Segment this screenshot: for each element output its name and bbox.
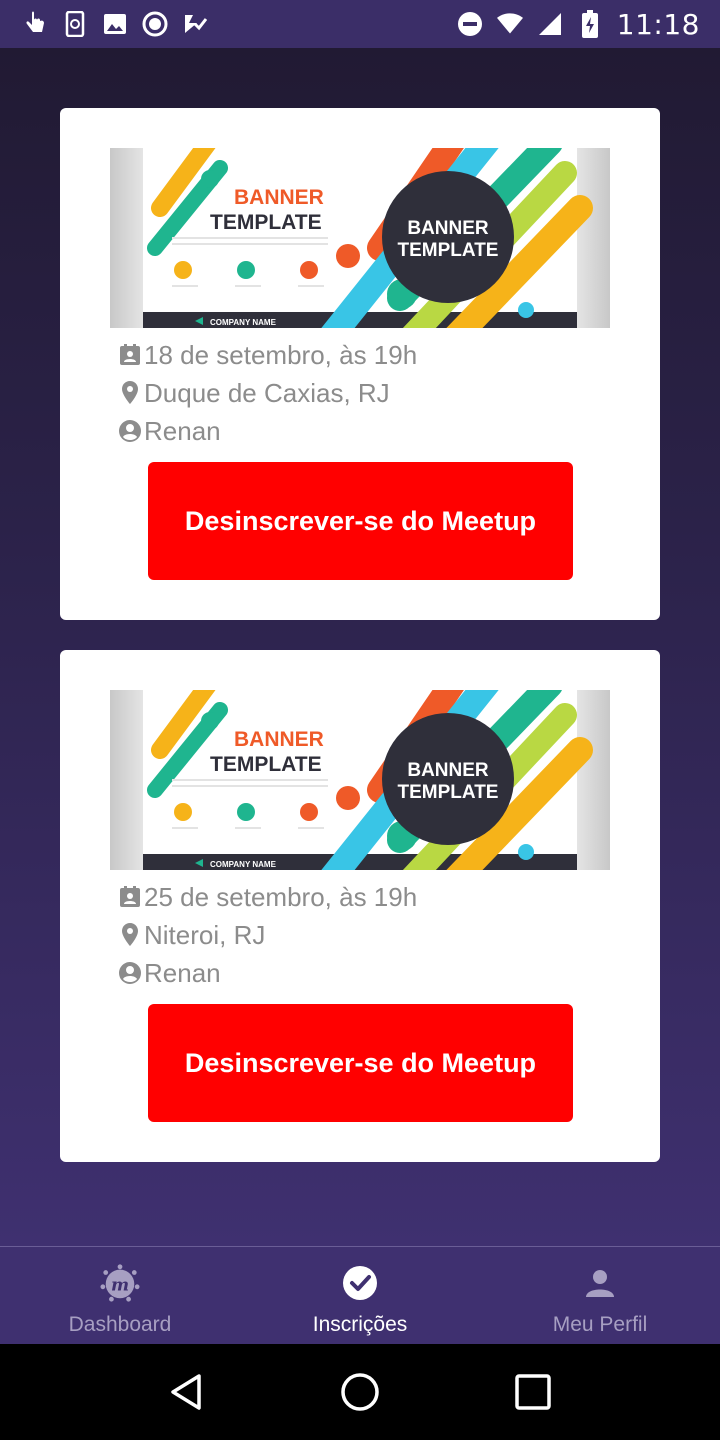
check-circle-icon <box>340 1263 380 1303</box>
meetup-location: Duque de Caxias, RJ <box>144 377 390 408</box>
banner-circle-line2: TEMPLATE <box>398 782 499 803</box>
nav-item-meu-perfil[interactable]: Meu Perfil <box>480 1247 720 1344</box>
nav-label-meu-perfil: Meu Perfil <box>552 1313 648 1336</box>
meetup-date: 25 de setembro, às 19h <box>144 881 418 912</box>
nav-label-dashboard: Dashboard <box>68 1313 172 1336</box>
banner-title-line2: TEMPLATE <box>210 753 322 776</box>
subscriptions-list[interactable]: COMPANY NAME BANNER TEMPLATE BANNER TEMP… <box>0 48 720 1246</box>
meetup-date-row: 18 de setembro, às 19h <box>118 336 598 374</box>
wifi-icon <box>496 11 523 37</box>
meetup-card: COMPANY NAME BANNER TEMPLATE BANNER TEMP… <box>60 108 660 620</box>
meetup-location-row: Duque de Caxias, RJ <box>118 374 598 412</box>
location-pin-icon <box>118 923 142 947</box>
banner-title-line2: TEMPLATE <box>210 211 322 234</box>
image-icon <box>102 11 128 37</box>
nav-label-inscricoes: Inscrições <box>312 1313 408 1336</box>
battery-charging-icon <box>577 10 603 38</box>
svg-text:m: m <box>111 1276 129 1296</box>
status-bar-system: 11:18 <box>457 8 700 41</box>
touch-icon <box>22 11 48 37</box>
account-circle-icon <box>118 419 142 443</box>
status-bar: 11:18 <box>0 0 720 48</box>
unsubscribe-button[interactable]: Desinscrever-se do Meetup <box>148 462 573 580</box>
banner-circle-line1: BANNER <box>407 760 489 781</box>
checklist-icon <box>182 11 208 37</box>
clock-time: 11:18 <box>616 7 700 41</box>
signal-icon <box>537 11 563 37</box>
meetup-card: COMPANY NAME BANNER TEMPLATE BANNER TEMP… <box>60 650 660 1162</box>
meetup-banner-image: COMPANY NAME BANNER TEMPLATE BANNER TEMP… <box>110 148 610 328</box>
meetup-info: 25 de setembro, às 19h Niteroi, RJ Renan <box>118 878 598 992</box>
home-icon[interactable] <box>330 1362 390 1422</box>
nav-item-dashboard[interactable]: m Dashboard <box>0 1247 240 1344</box>
account-circle-icon <box>118 961 142 985</box>
location-pin-icon <box>118 381 142 405</box>
banner-title-line1: BANNER <box>234 186 324 209</box>
banner-circle-line2: TEMPLATE <box>398 240 499 261</box>
meetup-organizer-row: Renan <box>118 412 598 450</box>
meetup-info: 18 de setembro, às 19h Duque de Caxias, … <box>118 336 598 450</box>
meetup-location-row: Niteroi, RJ <box>118 916 598 954</box>
status-bar-notifications <box>22 11 208 37</box>
back-icon[interactable] <box>157 1362 217 1422</box>
banner-circle-line1: BANNER <box>407 218 489 239</box>
banner-company-name: COMPANY NAME <box>210 318 277 327</box>
calendar-contact-icon <box>118 885 142 909</box>
meetup-organizer: Renan <box>144 957 221 988</box>
recents-icon[interactable] <box>503 1362 563 1422</box>
calendar-contact-icon <box>118 343 142 367</box>
meetup-logo-icon: m <box>100 1263 140 1303</box>
unsubscribe-button[interactable]: Desinscrever-se do Meetup <box>148 1004 573 1122</box>
person-icon <box>580 1263 620 1303</box>
meetup-location: Niteroi, RJ <box>144 919 266 950</box>
meetup-date: 18 de setembro, às 19h <box>144 339 418 370</box>
banner-company-name: COMPANY NAME <box>210 860 277 869</box>
circle-app-icon <box>142 11 168 37</box>
meetup-date-row: 25 de setembro, às 19h <box>118 878 598 916</box>
nav-item-inscricoes[interactable]: Inscrições <box>240 1247 480 1344</box>
banner-title-line1: BANNER <box>234 728 324 751</box>
sync-phone-icon <box>62 11 88 37</box>
system-navigation-bar <box>0 1344 720 1440</box>
meetup-banner-image: COMPANY NAME BANNER TEMPLATE BANNER TEMP… <box>110 690 610 870</box>
do-not-disturb-icon <box>457 11 483 37</box>
meetup-organizer: Renan <box>144 415 221 446</box>
bottom-navigation: m Dashboard Inscrições Meu Perfil <box>0 1246 720 1344</box>
meetup-organizer-row: Renan <box>118 954 598 992</box>
